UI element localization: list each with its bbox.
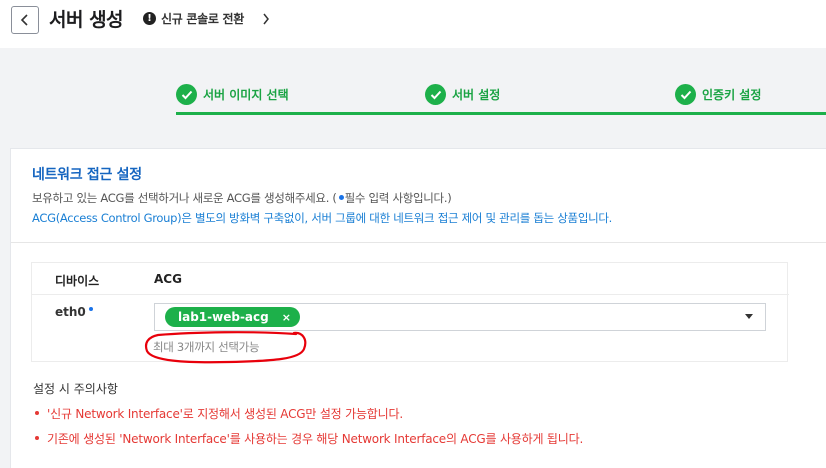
chevron-left-icon <box>20 14 28 26</box>
check-circle-icon <box>675 84 696 105</box>
progress-line <box>176 112 826 115</box>
check-circle-icon <box>425 84 446 105</box>
device-name: eth0 <box>55 305 93 319</box>
acg-tag-label: lab1-web-acg <box>178 310 269 324</box>
switch-console-link[interactable]: ! 신규 콘솔로 전환 <box>143 10 270 27</box>
acg-description: ACG(Access Control Group)은 별도의 방화벽 구축없이,… <box>32 211 613 225</box>
check-circle-icon <box>176 84 197 105</box>
step-label: 서버 이미지 선택 <box>203 88 289 102</box>
acg-table: 디바이스 ACG eth0 lab1-web-acg × 최대 3개까지 선택가… <box>31 262 789 364</box>
required-text: 필수 입력 사항입니다.) <box>344 191 452 205</box>
remove-tag-icon[interactable]: × <box>282 311 291 324</box>
notes-title: 설정 시 주의사항 <box>33 382 118 396</box>
note-text: '신규 Network Interface'로 지정해서 생성된 ACG만 설정… <box>47 407 403 421</box>
note-item: 기존에 생성된 'Network Interface'를 사용하는 경우 해당 … <box>34 430 584 447</box>
note-text: 기존에 생성된 'Network Interface'를 사용하는 경우 해당 … <box>47 432 584 446</box>
section-description: 보유하고 있는 ACG를 선택하거나 새로운 ACG를 생성해주세요. ( 필수 … <box>32 190 452 206</box>
column-header-acg: ACG <box>154 272 182 286</box>
required-dot-icon <box>338 195 344 200</box>
table-header: 디바이스 ACG <box>32 263 789 295</box>
page-title: 서버 생성 <box>49 9 124 31</box>
alert-icon: ! <box>143 12 156 25</box>
step-auth-key[interactable]: 인증키 설정 <box>675 84 761 105</box>
chevron-right-icon <box>263 13 269 24</box>
step-server-image[interactable]: 서버 이미지 선택 <box>176 84 289 105</box>
network-access-card: 네트워크 접근 설정 보유하고 있는 ACG를 선택하거나 새로운 ACG를 생… <box>10 148 826 468</box>
divider <box>11 242 826 243</box>
switch-console-label: 신규 콘솔로 전환 <box>161 12 244 26</box>
step-label: 서버 설정 <box>452 88 501 102</box>
step-label: 인증키 설정 <box>702 88 762 102</box>
section-title: 네트워크 접근 설정 <box>32 167 142 183</box>
back-button[interactable] <box>11 6 39 34</box>
top-bar: 서버 생성 ! 신규 콘솔로 전환 <box>0 0 826 48</box>
column-header-device: 디바이스 <box>55 274 100 288</box>
acg-multiselect[interactable]: lab1-web-acg × <box>154 303 766 331</box>
description-text: 보유하고 있는 ACG를 선택하거나 새로운 ACG를 생성해주세요. ( <box>32 191 337 205</box>
step-server-settings[interactable]: 서버 설정 <box>425 84 500 105</box>
acg-tag: lab1-web-acg × <box>165 307 300 327</box>
required-dot-icon <box>88 307 93 311</box>
selection-hint: 최대 3개까지 선택가능 <box>153 340 260 354</box>
caret-down-icon[interactable] <box>745 314 753 319</box>
device-label: eth0 <box>55 305 86 319</box>
note-item: '신규 Network Interface'로 지정해서 생성된 ACG만 설정… <box>35 405 403 422</box>
